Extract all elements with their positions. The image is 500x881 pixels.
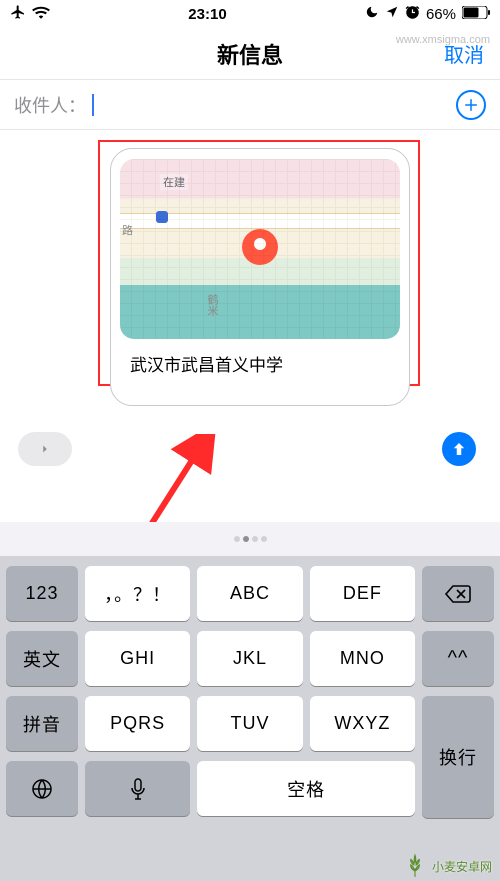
map-label: 在建 (160, 174, 188, 190)
key-space[interactable]: 空格 (197, 761, 415, 816)
recipient-input[interactable] (98, 94, 456, 115)
keyboard: 123 ，。？！ ABC DEF 英文 GHI JKL MNO ^^ 拼音 PQ… (0, 556, 500, 881)
key-ghi[interactable]: GHI (85, 631, 190, 686)
compose-area: 在建 路 鹤米 武汉市武昌首义中学 (0, 130, 500, 484)
send-button[interactable] (442, 432, 476, 466)
key-tuv[interactable]: TUV (197, 696, 302, 751)
recipient-row: 收件人： (0, 80, 500, 130)
recipient-label: 收件人： (14, 92, 86, 118)
key-return[interactable]: 换行 (422, 696, 494, 818)
watermark: 小麦安卓网 (402, 853, 492, 879)
key-def[interactable]: DEF (310, 566, 415, 621)
map-thumbnail: 在建 路 鹤米 (120, 159, 400, 339)
text-caret (92, 94, 94, 116)
key-wxyz[interactable]: WXYZ (310, 696, 415, 751)
add-recipient-button[interactable] (456, 90, 486, 120)
wifi-icon (32, 5, 50, 23)
alarm-icon (405, 5, 420, 24)
key-backspace[interactable] (422, 566, 494, 621)
key-mno[interactable]: MNO (310, 631, 415, 686)
key-abc[interactable]: ABC (197, 566, 302, 621)
watermark-url: www.xmsigma.com (396, 34, 490, 46)
status-bar: 23:10 66% (0, 0, 500, 28)
key-pqrs[interactable]: PQRS (85, 696, 190, 751)
page-title: 新信息 (217, 38, 283, 70)
location-attachment[interactable]: 在建 路 鹤米 武汉市武昌首义中学 (110, 148, 410, 406)
key-english[interactable]: 英文 (6, 631, 78, 686)
map-pin-icon (242, 229, 278, 265)
key-123[interactable]: 123 (6, 566, 78, 621)
wheat-icon (402, 853, 428, 879)
key-mic[interactable] (85, 761, 190, 816)
key-caret[interactable]: ^^ (422, 631, 494, 686)
moon-icon (365, 5, 379, 23)
subway-icon (156, 211, 168, 223)
airplane-mode-icon (10, 4, 26, 24)
key-globe[interactable] (6, 761, 78, 816)
key-punct[interactable]: ，。？！ (85, 566, 190, 621)
key-pinyin[interactable]: 拼音 (6, 696, 78, 751)
watermark-text: 小麦安卓网 (432, 858, 492, 875)
status-time: 23:10 (188, 6, 226, 23)
app-drawer-button[interactable] (18, 432, 72, 466)
map-label: 路 (122, 222, 133, 238)
key-jkl[interactable]: JKL (197, 631, 302, 686)
battery-percent: 66% (426, 6, 456, 23)
location-title: 武汉市武昌首义中学 (130, 351, 390, 376)
keyboard-page-indicator (0, 522, 500, 556)
location-arrow-icon (385, 5, 399, 23)
battery-icon (462, 6, 490, 23)
map-label: 鹤米 (204, 294, 220, 316)
